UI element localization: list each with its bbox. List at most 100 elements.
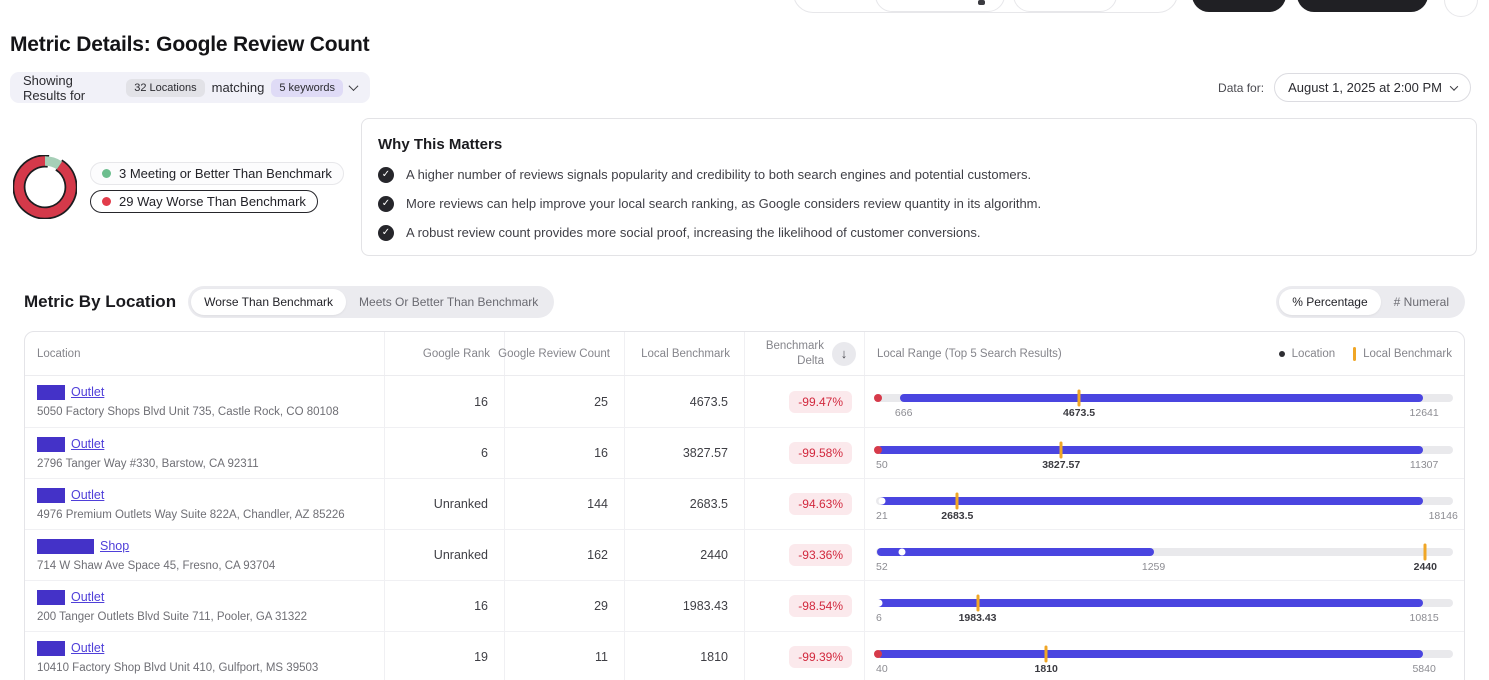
location-value-dot [874, 446, 882, 454]
location-name-line: Outlet [37, 589, 372, 605]
table-row: Outlet 2796 Tanger Way #330, Barstow, CA… [25, 427, 1464, 478]
location-link[interactable]: Outlet [71, 488, 104, 502]
location-address: 714 W Shaw Ave Space 45, Fresno, CA 9370… [37, 560, 372, 572]
benchmark-delta-cell: -99.39% [744, 632, 864, 680]
local-benchmark-cell: 3827.57 [624, 428, 744, 478]
range-track [876, 599, 1453, 607]
range-label: 5840 [1412, 663, 1435, 675]
legend-benchmark-label: Local Benchmark [1363, 348, 1452, 360]
range-label: 1259 [1142, 561, 1165, 573]
range-bar [877, 446, 1423, 454]
location-name-redaction [37, 590, 65, 605]
benchmark-delta-cell: -93.36% [744, 530, 864, 580]
location-cell: Outlet 5050 Factory Shops Blvd Unit 735,… [25, 376, 384, 427]
location-address: 4976 Premium Outlets Way Suite 822A, Cha… [37, 509, 372, 521]
range-label: 2683.5 [941, 510, 973, 522]
green-dot-icon [102, 169, 111, 178]
data-for-group: Data for: August 1, 2025 at 2:00 PM [1218, 73, 1471, 102]
range-label: 12641 [1410, 407, 1439, 419]
table-header: Location Google Rank Google Review Count… [25, 332, 1464, 376]
why-point-text: A higher number of reviews signals popul… [406, 167, 1031, 182]
benchmark-tick [956, 493, 959, 510]
why-this-matters-title: Why This Matters [378, 136, 1460, 153]
local-range-cell: 503827.5711307 [864, 428, 1464, 478]
range-labels: 503827.5711307 [876, 459, 1453, 471]
google-rank-cell: 6 [384, 428, 504, 478]
range-track [876, 548, 1453, 556]
location-cell: Outlet 4976 Premium Outlets Way Suite 82… [25, 479, 384, 529]
toggle-percentage[interactable]: % Percentage [1279, 289, 1380, 315]
location-link[interactable]: Outlet [71, 641, 104, 655]
table-row: Outlet 10410 Factory Shop Blvd Unit 410,… [25, 631, 1464, 680]
why-point: ✓ A robust review count provides more so… [378, 225, 1460, 241]
range-track [876, 446, 1453, 454]
location-address: 5050 Factory Shops Blvd Unit 735, Castle… [37, 406, 372, 418]
benchmark-donut-chart [13, 155, 77, 219]
range-labels: 6664673.512641 [876, 407, 1453, 419]
range-label: 18146 [1429, 510, 1458, 522]
benchmark-delta-badge: -98.54% [789, 595, 852, 617]
local-benchmark-cell: 1983.43 [624, 581, 744, 631]
local-range-cell: 61983.4310815 [864, 581, 1464, 631]
column-header-location: Location [25, 332, 384, 375]
why-point-text: A robust review count provides more soci… [406, 225, 980, 240]
legend-local-benchmark: Local Benchmark [1353, 347, 1452, 361]
location-name-redaction [37, 437, 65, 452]
location-cell: Outlet 2796 Tanger Way #330, Barstow, CA… [25, 428, 384, 478]
chevron-down-icon [349, 81, 359, 91]
chevron-down-icon [1450, 82, 1458, 90]
location-address: 2796 Tanger Way #330, Barstow, CA 92311 [37, 458, 372, 470]
red-dot-icon [102, 197, 111, 206]
benchmark-tick [1060, 442, 1063, 459]
check-circle-icon: ✓ [378, 196, 394, 212]
location-link[interactable]: Outlet [71, 590, 104, 604]
toolbar-dark-button-2-partial[interactable] [1297, 0, 1428, 12]
toggle-numeral[interactable]: # Numeral [1381, 289, 1462, 315]
range-label: 40 [876, 663, 888, 675]
table-body: Outlet 5050 Factory Shops Blvd Unit 735,… [25, 376, 1464, 680]
why-point: ✓ A higher number of reviews signals pop… [378, 167, 1460, 183]
toolbar-dark-button-1-partial[interactable] [1192, 0, 1286, 12]
benchmark-delta-badge: -94.63% [789, 493, 852, 515]
range-bar [900, 394, 1423, 402]
local-benchmark-cell: 2683.5 [624, 479, 744, 529]
worse-than-benchmark-badge[interactable]: 29 Way Worse Than Benchmark [90, 190, 318, 213]
google-rank-cell: Unranked [384, 479, 504, 529]
metric-by-location-title: Metric By Location [24, 292, 176, 312]
tab-meets-or-better[interactable]: Meets Or Better Than Benchmark [346, 289, 551, 315]
date-dropdown-value: August 1, 2025 at 2:00 PM [1288, 80, 1442, 95]
why-point: ✓ More reviews can help improve your loc… [378, 196, 1460, 212]
location-address: 200 Tanger Outlets Blvd Suite 711, Poole… [37, 611, 372, 623]
table-row: Outlet 4976 Premium Outlets Way Suite 82… [25, 478, 1464, 529]
range-label: 50 [876, 459, 888, 471]
location-link[interactable]: Shop [100, 539, 129, 553]
tab-worse-than-benchmark[interactable]: Worse Than Benchmark [191, 289, 346, 315]
benchmark-delta-cell: -94.63% [744, 479, 864, 529]
local-range-cell: 212683.518146 [864, 479, 1464, 529]
location-link[interactable]: Outlet [71, 437, 104, 451]
location-value-dot [878, 498, 885, 505]
sort-descending-button[interactable]: ↓ [832, 342, 856, 366]
data-for-label: Data for: [1218, 81, 1264, 95]
location-link[interactable]: Outlet [71, 385, 104, 399]
results-filter-dropdown[interactable]: Showing Results for 32 Locations matchin… [10, 72, 370, 103]
date-dropdown[interactable]: August 1, 2025 at 2:00 PM [1274, 73, 1471, 102]
better-than-benchmark-badge[interactable]: 3 Meeting or Better Than Benchmark [90, 162, 344, 185]
google-rank-cell: 16 [384, 376, 504, 427]
range-labels: 5212592440 [876, 561, 1453, 573]
range-track [876, 394, 1453, 402]
benchmark-delta-cell: -99.47% [744, 376, 864, 427]
location-value-dot [874, 650, 882, 658]
range-label: 52 [876, 561, 888, 573]
location-value-dot [874, 394, 882, 402]
benchmark-filter-tabs: Worse Than Benchmark Meets Or Better Tha… [188, 286, 554, 318]
benchmark-tick [1045, 646, 1048, 663]
column-header-google-rank: Google Rank [384, 332, 504, 375]
toolbar-button-1-partial[interactable] [875, 0, 1005, 12]
toolbar-icon-button-partial[interactable] [1444, 0, 1478, 17]
location-value-dot [875, 600, 882, 607]
range-labels: 61983.4310815 [876, 612, 1453, 624]
range-label: 6 [876, 612, 882, 624]
location-name-redaction [37, 539, 94, 554]
toolbar-button-2-partial[interactable] [1013, 0, 1117, 12]
